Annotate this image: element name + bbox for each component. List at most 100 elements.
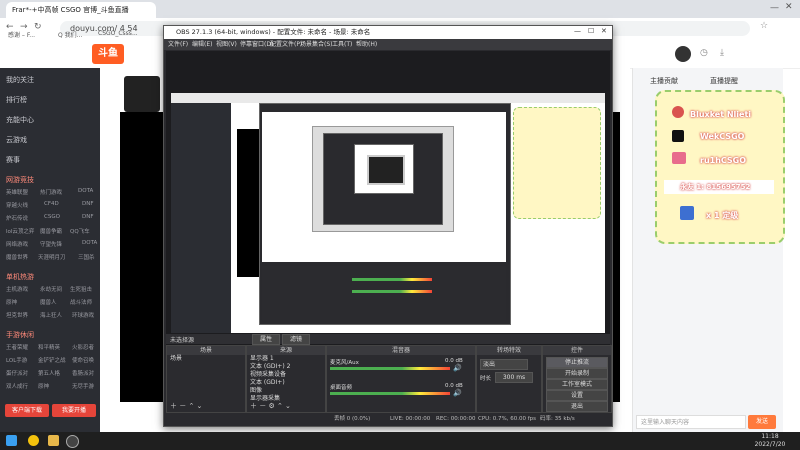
source-item[interactable]: 显示器 1: [247, 355, 325, 363]
douyu-logo[interactable]: 斗鱼: [92, 44, 124, 64]
menu-docks[interactable]: 停靠窗口(D): [240, 39, 273, 50]
send-button[interactable]: 发送: [748, 415, 776, 429]
source-item[interactable]: 文本 (GDI+): [247, 379, 325, 387]
sidebar-game[interactable]: 海上狂人: [40, 311, 62, 319]
sidebar-item-rank[interactable]: 排行榜: [6, 95, 27, 105]
sidebar-game[interactable]: DNF: [82, 214, 94, 220]
download-icon[interactable]: ⤓: [720, 48, 724, 58]
menu-view[interactable]: 视图(V): [216, 39, 237, 50]
properties-button[interactable]: 属性: [252, 334, 280, 345]
sidebar-game[interactable]: LOL手游: [6, 356, 27, 364]
sidebar-game[interactable]: 魔兽世界: [6, 253, 28, 261]
start-recording-button[interactable]: 开始录制: [546, 368, 608, 379]
streamer-avatar[interactable]: [124, 76, 160, 112]
sidebar-game[interactable]: DOTA: [82, 240, 97, 246]
sidebar-game[interactable]: 原神: [6, 298, 17, 306]
sidebar-game[interactable]: 香肠派对: [72, 369, 94, 377]
start-live-button[interactable]: 我要开播: [52, 404, 96, 417]
menu-edit[interactable]: 编辑(E): [192, 39, 212, 50]
sidebar-game[interactable]: 英雄联盟: [6, 188, 28, 196]
sidebar-game[interactable]: 魔兽争霸: [40, 227, 62, 235]
source-item[interactable]: 视频采集设备: [247, 371, 325, 379]
avatar[interactable]: [675, 46, 691, 62]
studio-mode-button[interactable]: 工作室模式: [546, 379, 608, 390]
sidebar-game[interactable]: CF4D: [44, 201, 59, 207]
sidebar-game[interactable]: 火影忍者: [72, 343, 94, 351]
settings-button[interactable]: 设置: [546, 390, 608, 401]
transition-select[interactable]: 淡出: [480, 359, 528, 370]
menu-tools[interactable]: 工具(T): [332, 39, 352, 50]
sidebar-game[interactable]: 王者荣耀: [6, 343, 28, 351]
bookmark-item[interactable]: Q 我们...: [58, 30, 82, 39]
obs-minimize-icon[interactable]: —: [574, 27, 581, 35]
sidebar-game[interactable]: 守望先锋: [40, 240, 62, 248]
chat-input[interactable]: 这里输入聊天内容: [636, 415, 746, 429]
minimize-icon[interactable]: —: [770, 3, 779, 13]
folder-icon[interactable]: [48, 435, 59, 446]
menu-file[interactable]: 文件(F): [168, 39, 188, 50]
client-download-button[interactable]: 客户端下载: [5, 404, 49, 417]
menu-profile[interactable]: 配置文件(P): [270, 39, 302, 50]
obs-title-bar[interactable]: OBS 27.1.3 (64-bit, windows) - 配置文件: 未命名…: [164, 26, 612, 39]
windows-start-icon[interactable]: [6, 435, 17, 446]
tab-reminder[interactable]: 直播提醒: [710, 76, 738, 86]
sidebar-game[interactable]: 金铲铲之战: [38, 356, 66, 364]
obs-maximize-icon[interactable]: ☐: [588, 27, 594, 35]
reload-icon[interactable]: ↻: [34, 22, 42, 32]
obs-close-icon[interactable]: ✕: [601, 27, 607, 35]
sidebar-game[interactable]: 炉石传说: [6, 214, 28, 222]
tab-contribution[interactable]: 主播贡献: [650, 76, 678, 86]
close-icon[interactable]: ✕: [785, 2, 793, 12]
sidebar-game[interactable]: 原神: [38, 382, 49, 390]
filters-button[interactable]: 滤镜: [282, 334, 310, 345]
stop-streaming-button[interactable]: 停止推流: [546, 357, 608, 368]
obs-taskbar-icon[interactable]: [66, 435, 79, 448]
speaker-icon[interactable]: 🔊: [453, 364, 462, 372]
sidebar-game[interactable]: 坦克世界: [6, 311, 28, 319]
menu-help[interactable]: 帮助(H): [356, 39, 377, 50]
sidebar-game[interactable]: 第五人格: [38, 369, 60, 377]
bookmark-item[interactable]: 感谢 – F...: [8, 30, 35, 39]
source-add-remove-icons[interactable]: ＋ － ⚙ ⌃ ⌄: [250, 401, 291, 411]
sidebar-game[interactable]: lol云顶之弈: [6, 227, 34, 235]
chrome-icon[interactable]: [28, 435, 39, 446]
scene-add-remove-icons[interactable]: ＋ － ⌃ ⌄: [170, 401, 202, 411]
sidebar-game[interactable]: 魔兽人: [40, 298, 57, 306]
sidebar-game[interactable]: 网络游戏: [6, 240, 28, 248]
sidebar-game[interactable]: 双人成行: [6, 382, 28, 390]
obs-preview[interactable]: [166, 51, 610, 351]
sidebar-game[interactable]: QQ飞车: [70, 227, 90, 235]
sidebar-item-cloudgame[interactable]: 云游戏: [6, 135, 27, 145]
sidebar-game[interactable]: 战斗法师: [70, 298, 92, 306]
sidebar-game[interactable]: 永劫无间: [40, 285, 62, 293]
sidebar-game[interactable]: 和平精英: [38, 343, 60, 351]
star-icon[interactable]: ☆: [760, 21, 768, 31]
duration-input[interactable]: 300 ms: [495, 372, 533, 383]
sidebar-item-charge[interactable]: 充能中心: [6, 115, 34, 125]
sidebar-game[interactable]: 天涯明月刀: [38, 253, 66, 261]
speaker-icon[interactable]: 🔊: [453, 389, 462, 397]
browser-tab[interactable]: Frar*-+中高帧 CSGO 官博_斗鱼直播: [6, 2, 156, 18]
history-icon[interactable]: ◷: [700, 48, 708, 58]
scene-item[interactable]: 场景: [167, 355, 245, 363]
sidebar-game[interactable]: 生死狙击: [70, 285, 92, 293]
sidebar-game[interactable]: 蛋仔派对: [6, 369, 28, 377]
sidebar-game[interactable]: DOTA: [78, 188, 93, 194]
sidebar-item-follow[interactable]: 我的关注: [6, 75, 34, 85]
sidebar-game[interactable]: 主机游戏: [6, 285, 28, 293]
exit-button[interactable]: 退出: [546, 401, 608, 412]
sidebar-game[interactable]: CSGO: [44, 214, 60, 220]
sidebar-game[interactable]: 热门游戏: [40, 188, 62, 196]
bookmark-item[interactable]: CSGO_Csss...: [98, 30, 138, 37]
sidebar-game[interactable]: 使命召唤: [72, 356, 94, 364]
sidebar-game[interactable]: 环球游戏: [72, 311, 94, 319]
source-item[interactable]: 文本 (GDI+) 2: [247, 363, 325, 371]
sidebar-game[interactable]: 穿越火线: [6, 201, 28, 209]
obs-window[interactable]: OBS 27.1.3 (64-bit, windows) - 配置文件: 未命名…: [163, 25, 613, 427]
source-item[interactable]: 图像: [247, 387, 325, 395]
sidebar-game[interactable]: 无尽手游: [72, 382, 94, 390]
menu-scene-collection[interactable]: 场景集合(S): [300, 39, 333, 50]
sidebar-game[interactable]: DNF: [82, 201, 94, 207]
sidebar-item-events[interactable]: 赛事: [6, 155, 20, 165]
sidebar-game[interactable]: 三国杀: [78, 253, 95, 261]
